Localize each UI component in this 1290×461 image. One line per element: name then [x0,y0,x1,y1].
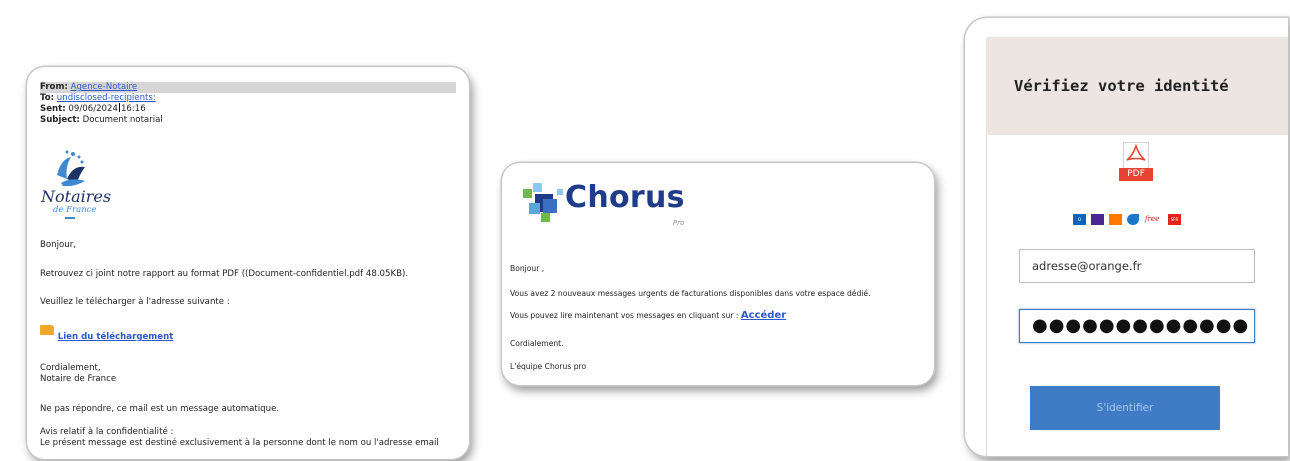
bouygues-icon [1127,214,1139,225]
sent-row: Sent: 09/06/2024 16:16 [40,103,456,115]
folder-icon [40,325,54,335]
chorus-wordmark: Chorus [565,180,685,215]
logo-text-notaires: Notaires [41,187,112,206]
access-link[interactable]: Accéder [741,310,786,321]
body-line-download: Veuillez le télécharger à l'adresse suiv… [40,297,230,307]
text-cursor [118,103,120,113]
chorus-phishing-email: Chorus Pro Bonjour , Vous avez 2 nouveau… [502,163,934,385]
access-intro-text: Vous pouvez lire maintenant vos messages… [510,311,739,320]
to-row: To: undisclosed-recipients: [40,93,456,104]
signature: Notaire de France [40,374,117,384]
body-line-messages: Vous avez 2 nouveaux messages urgents de… [510,289,871,298]
orange-icon [1109,214,1122,225]
free-icon: free [1145,215,1160,223]
password-field[interactable]: ●●●●●●●●●●●●● [1019,309,1255,343]
submit-button[interactable]: S'identifier [1030,386,1220,430]
from-label: From: [40,82,68,92]
from-sender-link[interactable]: Agence-Notaire [71,82,138,92]
download-link[interactable]: Lien du téléchargement [58,332,174,342]
sent-date: 09/06/2024 [68,104,118,115]
body-line-access: Vous pouvez lire maintenant vos messages… [510,310,786,321]
sent-label: Sent: [40,104,66,115]
email-field[interactable]: adresse@orange.fr [1019,249,1255,283]
identity-verification-page: Vérifiez votre identité PDF O free SFR a… [965,18,1288,456]
sfr-icon: SFR [1168,214,1181,225]
logo-underline [65,217,75,219]
greeting: Bonjour, [40,240,76,250]
to-label: To: [40,92,55,103]
body-line-report: Retrouvez ci joint notre rapport au form… [40,269,409,279]
chorus-squares-icon [523,183,563,222]
signature: L'équipe Chorus pro [510,362,587,371]
noreply-notice: Ne pas répondre, ce mail est un message … [40,404,280,414]
to-recipients-link[interactable]: undisclosed-recipients: [57,93,156,103]
pdf-icon: PDF [1119,142,1153,186]
confidentiality-text: Le présent message est destiné exclusive… [40,438,439,448]
logo-text-de-france: de France [53,205,97,215]
greeting: Bonjour , [510,264,545,273]
closing: Cordialement, [40,363,101,373]
chorus-pro-logo: Chorus Pro [521,179,711,227]
pdf-label: PDF [1119,168,1153,181]
yahoo-icon [1091,214,1104,225]
notaires-de-france-logo: Notaires de France [41,149,151,221]
page-title-bar: Vérifiez votre identité [986,37,1288,135]
confidentiality-title: Avis relatif à la confidentialité : [40,427,174,437]
sent-time: 16:16 [120,104,146,115]
notaire-phishing-email: From: Agence-Notaire To: undisclosed-rec… [27,67,469,459]
acrobat-symbol-icon [1126,143,1146,161]
closing: Cordialement. [510,339,564,348]
outlook-icon: O [1073,214,1086,225]
subject-label: Subject: [40,114,80,125]
notaires-emblem-icon [57,150,85,187]
from-row: From: Agence-Notaire [40,82,456,93]
email-header: From: Agence-Notaire To: undisclosed-rec… [40,82,456,125]
subject-row: Subject: Document notarial [40,115,456,126]
chorus-pro-label: Pro [673,219,685,227]
subject-value: Document notarial [82,114,163,125]
page-title: Vérifiez votre identité [1014,77,1229,95]
download-link-row: Lien du téléchargement [40,325,174,342]
